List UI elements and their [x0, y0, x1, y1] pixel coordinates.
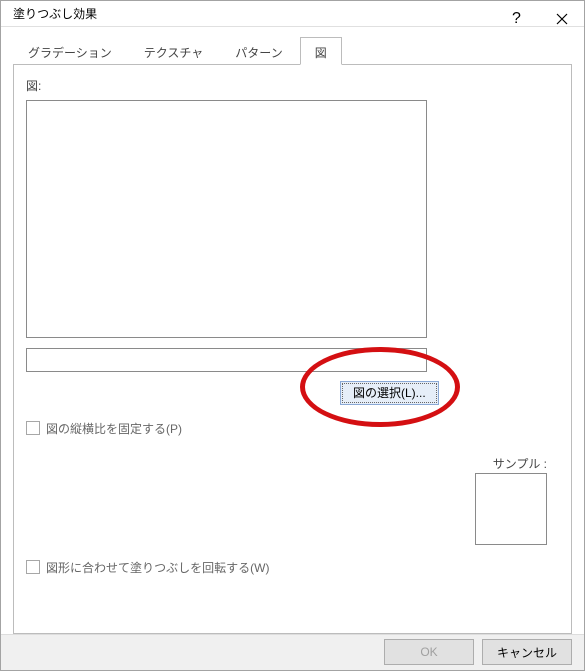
rotate-with-shape-label: 図形に合わせて塗りつぶしを回転する(W): [46, 559, 269, 576]
tab-picture[interactable]: 図: [300, 37, 342, 65]
tab-label: グラデーション: [28, 46, 112, 60]
sample-preview: [475, 473, 547, 545]
tab-pattern[interactable]: パターン: [220, 37, 297, 65]
picture-path-field[interactable]: [26, 348, 427, 372]
tab-label: 図: [315, 46, 327, 60]
dialog-body: グラデーション テクスチャ パターン 図 図: 図の選択(L)... 図の縦横比…: [1, 27, 584, 634]
tab-label: テクスチャ: [144, 46, 204, 60]
tab-gradient[interactable]: グラデーション: [13, 37, 127, 65]
lock-aspect-checkbox[interactable]: [26, 421, 40, 435]
ok-button-label: OK: [420, 645, 437, 659]
tab-label: パターン: [235, 46, 282, 60]
lock-aspect-label: 図の縦横比を固定する(P): [46, 420, 182, 437]
picture-label: 図:: [26, 77, 559, 94]
rotate-with-shape-checkbox-row: 図形に合わせて塗りつぶしを回転する(W): [26, 559, 269, 576]
tab-texture[interactable]: テクスチャ: [129, 37, 219, 65]
titlebar: 塗りつぶし効果 ?: [1, 1, 584, 27]
lock-aspect-checkbox-row: 図の縦横比を固定する(P): [26, 420, 182, 437]
picture-preview: [26, 100, 427, 338]
select-picture-button[interactable]: 図の選択(L)...: [340, 381, 439, 405]
sample-label: サンプル :: [493, 455, 547, 472]
fill-effects-dialog: 塗りつぶし効果 ? グラデーション テクスチャ パターン 図 図: 図の選択(L…: [0, 0, 585, 671]
dialog-footer: OK キャンセル: [1, 634, 584, 670]
cancel-button-label: キャンセル: [497, 644, 557, 661]
window-title: 塗りつぶし効果: [13, 5, 97, 22]
cancel-button[interactable]: キャンセル: [482, 639, 572, 665]
close-icon: [556, 13, 568, 25]
tab-strip: グラデーション テクスチャ パターン 図: [13, 37, 572, 65]
rotate-with-shape-checkbox[interactable]: [26, 560, 40, 574]
picture-panel: 図: 図の選択(L)... 図の縦横比を固定する(P) サンプル : 図形に合わ…: [13, 64, 572, 634]
ok-button[interactable]: OK: [384, 639, 474, 665]
select-picture-button-label: 図の選択(L)...: [353, 384, 426, 401]
